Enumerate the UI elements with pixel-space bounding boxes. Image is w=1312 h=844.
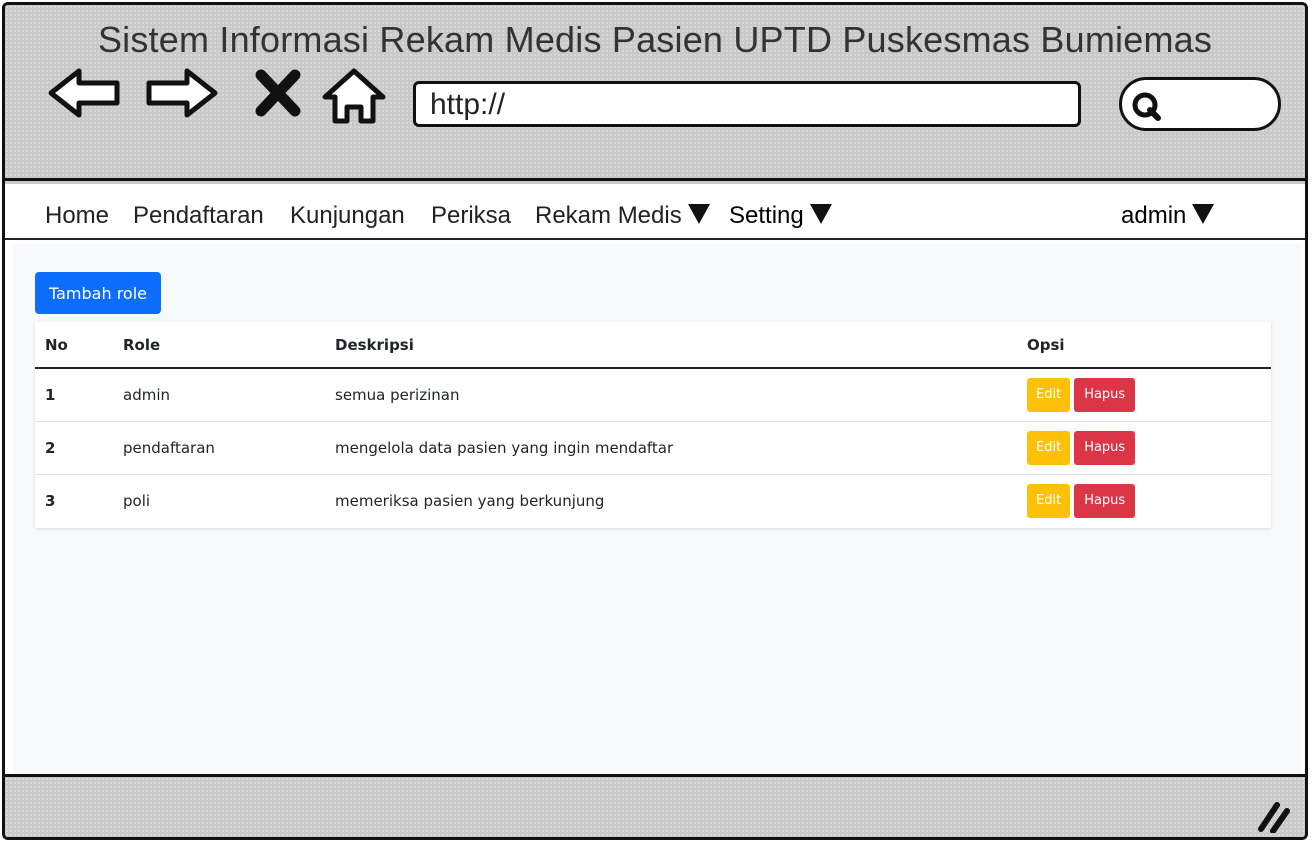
menu-home[interactable]: Home — [45, 202, 109, 230]
menu-setting-label: Setting — [729, 202, 804, 229]
cell-role: pendaftaran — [113, 421, 325, 475]
menu-periksa[interactable]: Periksa — [431, 202, 511, 230]
role-panel: Tambah role No Role Deskripsi Opsi 1 adm… — [13, 244, 1301, 774]
cell-no: 1 — [35, 368, 113, 422]
caret-down-icon — [1192, 204, 1215, 224]
cell-opsi: Edit Hapus — [1017, 421, 1271, 475]
menu-rekam-medis[interactable]: Rekam Medis — [535, 202, 710, 230]
cell-opsi: Edit Hapus — [1017, 368, 1271, 422]
user-menu[interactable]: admin — [1121, 202, 1215, 230]
header-no: No — [35, 322, 113, 369]
edit-button[interactable]: Edit — [1027, 430, 1071, 465]
add-role-button[interactable]: Tambah role — [35, 272, 161, 314]
caret-down-icon — [687, 204, 710, 224]
cell-role: poli — [123, 491, 151, 510]
cell-no: 3 — [45, 491, 56, 510]
role-table: No Role Deskripsi Opsi 1 admin semua per… — [35, 322, 1271, 527]
back-button[interactable] — [47, 65, 123, 121]
caret-down-icon — [809, 204, 832, 224]
cell-opsi: Edit Hapus — [1017, 474, 1271, 527]
back-arrow-icon — [48, 68, 120, 118]
app-title: Sistem Informasi Rekam Medis Pasien UPTD… — [97, 19, 1213, 60]
menu-pendaftaran[interactable]: Pendaftaran — [133, 202, 264, 230]
status-bar — [5, 774, 1305, 837]
cell-deskripsi: mengelola data pasien yang ingin mendaft… — [325, 421, 1017, 475]
menu-setting[interactable]: Setting — [729, 202, 832, 230]
search-box[interactable] — [1119, 77, 1281, 131]
home-button[interactable] — [321, 67, 387, 125]
cell-no: 2 — [35, 421, 113, 475]
search-icon — [1132, 92, 1161, 121]
edit-button[interactable]: Edit — [1027, 483, 1071, 518]
forward-button[interactable] — [143, 65, 219, 121]
page-content: Home Pendaftaran Kunjungan Periksa Rekam… — [5, 184, 1305, 774]
user-name: admin — [1121, 202, 1187, 229]
cell-deskripsi: semua perizinan — [325, 368, 1017, 422]
table-row: 1 admin semua perizinan Edit Hapus — [35, 368, 1271, 422]
cell-deskripsi: memeriksa pasien yang berkunjung — [335, 491, 605, 510]
browser-titlebar: Sistem Informasi Rekam Medis Pasien UPTD… — [5, 5, 1305, 181]
table-header-row: No Role Deskripsi Opsi — [35, 322, 1271, 369]
role-table-card: No Role Deskripsi Opsi 1 admin semua per… — [35, 322, 1271, 528]
header-role: Role — [113, 322, 325, 369]
close-icon — [255, 69, 301, 117]
edit-button[interactable]: Edit — [1027, 377, 1071, 412]
table-row: 2 pendaftaran mengelola data pasien yang… — [35, 421, 1271, 475]
delete-button[interactable]: Hapus — [1074, 377, 1136, 412]
menu-kunjungan[interactable]: Kunjungan — [290, 202, 405, 230]
delete-button[interactable]: Hapus — [1074, 483, 1136, 518]
table-row: 3 poli memeriksa pasien yang berkunjung … — [35, 474, 1271, 527]
home-icon — [322, 68, 386, 124]
browser-window: Sistem Informasi Rekam Medis Pasien UPTD… — [2, 2, 1308, 840]
header-deskripsi: Deskripsi — [325, 322, 1017, 369]
resize-grip-icon[interactable] — [1255, 801, 1291, 833]
delete-button[interactable]: Hapus — [1074, 430, 1136, 465]
forward-arrow-icon — [146, 68, 218, 118]
cell-role: admin — [113, 368, 325, 422]
url-input[interactable]: http:// — [413, 81, 1081, 127]
menu-rekam-medis-label: Rekam Medis — [535, 202, 682, 229]
stop-button[interactable] — [253, 69, 303, 117]
main-menu: Home Pendaftaran Kunjungan Periksa Rekam… — [5, 184, 1305, 240]
header-opsi: Opsi — [1017, 322, 1271, 369]
